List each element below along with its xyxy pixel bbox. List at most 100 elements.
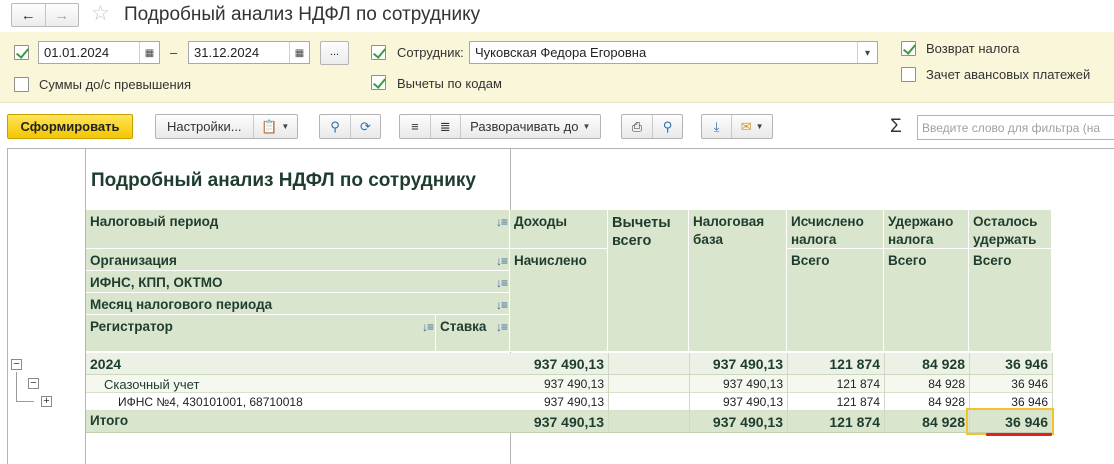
period-from-value: 01.01.2024	[44, 45, 110, 60]
search-refresh-icon: ⟳	[360, 118, 371, 134]
calendar-icon[interactable]: ▦	[139, 42, 159, 63]
header-month[interactable]: Месяц налогового периода ↓≡	[86, 293, 510, 315]
chevron-down-icon[interactable]: ▾	[857, 42, 877, 63]
header-withheld-sub: Всего	[884, 249, 969, 352]
period-from-field[interactable]: 01.01.2024 ▦	[38, 41, 160, 64]
excess-checkbox[interactable]	[14, 77, 29, 92]
find-button[interactable]: ⚲	[320, 115, 350, 138]
search-icon: ⚲	[330, 118, 340, 134]
header-income[interactable]: Доходы	[510, 210, 608, 249]
header-calculated[interactable]: Исчислено налога	[787, 210, 884, 249]
variant-button[interactable]: 📋 ▼	[252, 115, 297, 138]
period-to-field[interactable]: 31.12.2024 ▦	[188, 41, 310, 64]
arrow-left-icon: ←	[20, 6, 36, 24]
generate-button[interactable]: Сформировать	[7, 114, 133, 139]
back-button[interactable]: ←	[12, 4, 45, 26]
settings-button[interactable]: Настройки...	[156, 115, 253, 138]
print-button[interactable]: ⎙	[622, 115, 652, 138]
header-calculated-sub: Всего	[787, 249, 884, 352]
period-select-button[interactable]: ...	[320, 41, 349, 65]
cell-withheld: 84 928	[928, 395, 965, 409]
window-title: Подробный анализ НДФЛ по сотруднику	[124, 4, 481, 25]
expand-to-label: Разворачивать до	[470, 119, 579, 134]
preview-button[interactable]: ⚲	[651, 115, 682, 138]
sigma-icon[interactable]: Σ	[890, 116, 902, 138]
deductions-checkbox[interactable]	[371, 75, 386, 90]
calendar-icon[interactable]: ▦	[289, 42, 309, 63]
sort-icon: ↓≡	[495, 320, 508, 334]
employee-label: Сотрудник:	[397, 45, 464, 60]
expand-icon[interactable]: +	[41, 396, 52, 407]
header-tax-base[interactable]: Налоговая база	[689, 210, 787, 352]
clipboard-icon: 📋	[261, 118, 278, 134]
total-label: Итого	[90, 413, 129, 428]
forward-button[interactable]: →	[44, 4, 79, 26]
cell-calculated: 121 874	[836, 395, 880, 409]
total-tax-base: 937 490,13	[712, 414, 783, 430]
refund-checkbox[interactable]	[901, 41, 916, 56]
refund-label: Возврат налога	[926, 41, 1020, 56]
expand-to-button[interactable]: Разворачивать до ▼	[459, 115, 600, 138]
filter-search-input[interactable]: Введите слово для фильтра (на	[917, 115, 1114, 140]
total-withheld: 84 928	[922, 414, 965, 430]
grid-line	[608, 353, 609, 433]
header-registrar[interactable]: Регистратор ↓≡	[86, 315, 436, 352]
header-remaining-sub: Всего	[969, 249, 1052, 352]
excess-label: Суммы до/с превышения	[39, 77, 192, 92]
star-icon[interactable]: ☆	[91, 2, 110, 26]
cell-remaining: 36 946	[1005, 356, 1048, 372]
cell-tax-base: 937 490,13	[712, 356, 783, 372]
sort-icon: ↓≡	[495, 298, 508, 312]
header-organization[interactable]: Организация ↓≡	[86, 249, 510, 271]
sort-icon: ↓≡	[495, 276, 508, 290]
advance-checkbox[interactable]	[901, 67, 916, 82]
header-rate-label: Ставка	[440, 319, 487, 334]
header-withheld[interactable]: Удержано налога	[884, 210, 969, 249]
header-income-sub: Начислено	[510, 249, 608, 352]
employee-field[interactable]: Чуковская Федора Егоровна ▾	[469, 41, 878, 64]
employee-checkbox[interactable]	[371, 45, 386, 60]
send-mail-button[interactable]: ✉ ▼	[731, 115, 772, 138]
chevron-down-icon: ▼	[281, 122, 290, 131]
cell-withheld: 84 928	[928, 377, 965, 391]
sort-icon: ↓≡	[495, 254, 508, 268]
header-rate[interactable]: Ставка ↓≡	[436, 315, 510, 352]
collapse-icon[interactable]: −	[11, 359, 22, 370]
cell-calculated: 121 874	[829, 356, 880, 372]
header-remaining[interactable]: Осталось удержать	[969, 210, 1052, 249]
cell-income: 937 490,13	[543, 377, 604, 391]
header-organization-label: Организация	[90, 253, 177, 268]
sort-icon: ↓≡	[421, 320, 434, 334]
arrow-right-icon: →	[54, 6, 70, 24]
find-next-button[interactable]: ⟳	[349, 115, 380, 138]
total-income: 937 490,13	[533, 414, 604, 430]
tree-line	[16, 372, 17, 402]
cell-calculated: 121 874	[836, 377, 880, 391]
period-checkbox[interactable]	[14, 45, 29, 60]
row-label: ИФНС №4, 430101001, 68710018	[118, 395, 303, 409]
grid-line	[7, 148, 8, 464]
collapse-icon[interactable]: −	[28, 378, 39, 389]
header-registrar-label: Регистратор	[90, 319, 173, 334]
printer-icon: ⎙	[631, 118, 643, 134]
download-button[interactable]: ⤓	[702, 115, 731, 138]
expand-all-button[interactable]: ≡	[400, 115, 430, 138]
row-label: Сказочный учет	[104, 377, 200, 392]
report-title: Подробный анализ НДФЛ по сотруднику	[91, 170, 476, 191]
download-icon: ⤓	[713, 118, 720, 134]
period-separator: –	[170, 45, 178, 60]
deductions-label: Вычеты по кодам	[397, 76, 502, 91]
cell-deductions	[608, 376, 689, 378]
header-ifns[interactable]: ИФНС, КПП, ОКТМО ↓≡	[86, 271, 510, 293]
cell-tax-base: 937 490,13	[722, 395, 783, 409]
settings-group: Настройки... 📋 ▼	[155, 114, 298, 139]
print-preview-icon: ⚲	[662, 118, 673, 134]
collapse-all-button[interactable]: ≣	[429, 115, 460, 138]
cell-withheld: 84 928	[922, 356, 965, 372]
header-deductions[interactable]: Вычеты всего	[608, 210, 689, 352]
print-group: ⎙ ⚲	[621, 114, 683, 139]
header-month-label: Месяц налогового периода	[90, 297, 273, 312]
sort-icon: ↓≡	[495, 215, 508, 229]
header-tax-period[interactable]: Налоговый период ↓≡	[86, 210, 510, 249]
cell-income: 937 490,13	[533, 356, 604, 372]
